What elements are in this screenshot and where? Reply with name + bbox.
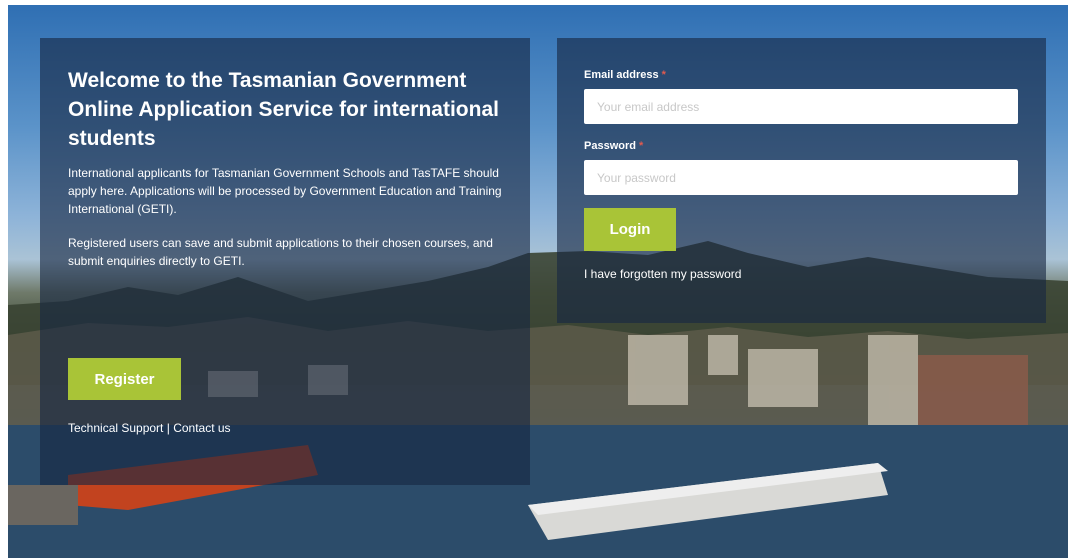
page-title: Welcome to the Tasmanian Government Onli… (68, 69, 499, 150)
forgot-password-link[interactable]: I have forgotten my password (584, 267, 741, 281)
password-field[interactable] (584, 160, 1018, 195)
registration-info-paragraph: Registered users can save and submit app… (68, 236, 493, 268)
password-label: Password * (584, 140, 643, 152)
required-marker: * (661, 69, 666, 81)
link-separator: | (163, 421, 174, 435)
required-marker: * (638, 140, 644, 152)
contact-us-link[interactable]: Contact us (173, 421, 230, 435)
email-field[interactable] (584, 89, 1018, 124)
intro-panel: Welcome to the Tasmanian Government Onli… (40, 38, 530, 485)
email-label-text: Email address (584, 69, 659, 81)
password-label-text: Password (584, 140, 636, 152)
support-links: Technical Support | Contact us (68, 420, 231, 436)
technical-support-link[interactable]: Technical Support (68, 421, 163, 435)
intro-paragraph: International applicants for Tasmanian G… (68, 166, 502, 216)
login-button[interactable]: Login (584, 208, 676, 251)
register-button[interactable]: Register (68, 358, 181, 400)
login-panel: Email address* Password* Login I have fo… (557, 38, 1046, 323)
email-label: Email address * (584, 69, 666, 81)
